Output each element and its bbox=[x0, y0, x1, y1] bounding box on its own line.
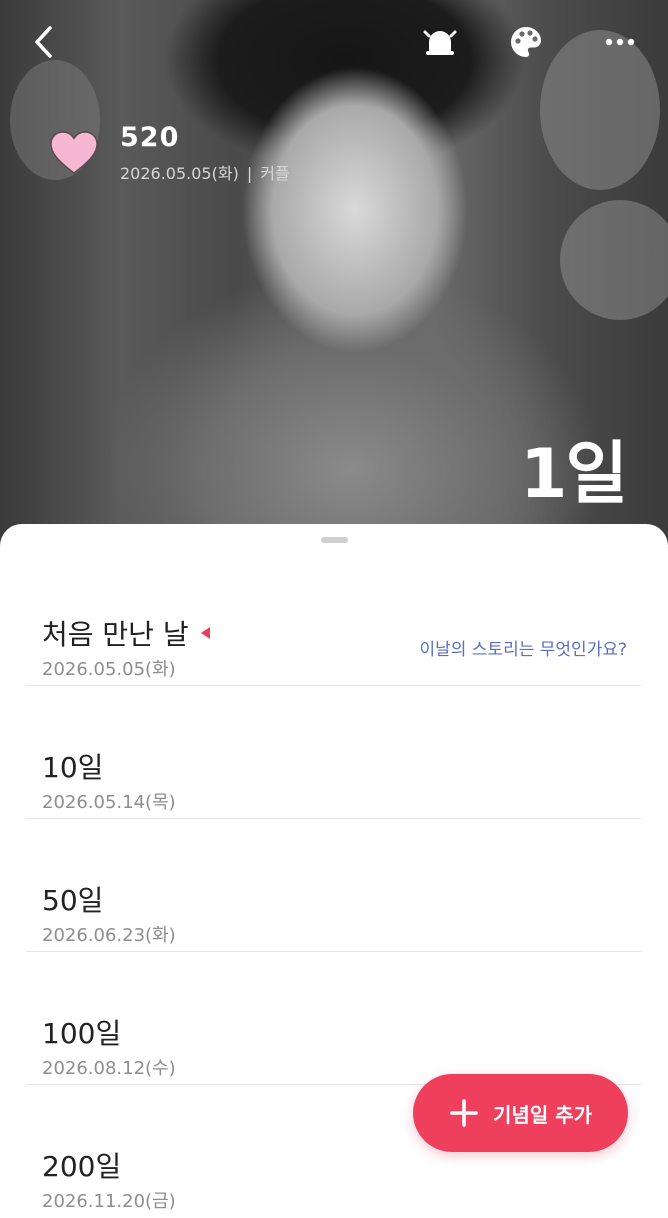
alarm-bell-icon bbox=[423, 30, 457, 55]
anniversary-title: 50일 bbox=[42, 884, 104, 917]
anniversary-title: 100일 bbox=[42, 1017, 122, 1050]
anniversary-row[interactable]: 100일 2026.08.12(수) bbox=[26, 952, 641, 1085]
anniversary-date: 2026.06.23(화) bbox=[42, 925, 176, 946]
drag-handle[interactable] bbox=[321, 537, 348, 543]
plus-icon bbox=[450, 1099, 478, 1127]
palette-icon bbox=[511, 27, 541, 57]
couple-info: 520 2026.05.05(화) | 커플 bbox=[48, 122, 290, 184]
start-date-line: 2026.05.05(화) | 커플 bbox=[120, 160, 290, 184]
more-icon bbox=[605, 38, 635, 46]
story-prompt-link[interactable]: 이날의 스토리는 무엇인가요? bbox=[419, 635, 627, 660]
anniversary-title: 처음 만난 날 bbox=[42, 618, 189, 651]
anniversary-row[interactable]: 50일 2026.06.23(화) bbox=[26, 819, 641, 952]
couple-name: 520 bbox=[120, 122, 180, 153]
back-button[interactable] bbox=[22, 20, 66, 64]
add-anniversary-label: 기념일 추가 bbox=[493, 1102, 592, 1127]
anniversary-date: 2026.05.05(화) bbox=[42, 659, 176, 680]
notification-button[interactable] bbox=[418, 20, 462, 64]
more-button[interactable] bbox=[598, 20, 642, 64]
anniversary-title: 10일 bbox=[42, 751, 104, 784]
today-marker-icon bbox=[200, 627, 210, 639]
anniversary-date: 2026.11.20(금) bbox=[42, 1191, 176, 1212]
add-anniversary-button[interactable]: 기념일 추가 bbox=[413, 1074, 628, 1152]
background-blur bbox=[560, 200, 668, 320]
cover-photo: 520 2026.05.05(화) | 커플 1일 bbox=[0, 0, 668, 560]
heart-icon bbox=[50, 131, 98, 174]
category-label: 커플 bbox=[260, 164, 290, 183]
theme-button[interactable] bbox=[504, 20, 548, 64]
anniversary-title: 200일 bbox=[42, 1150, 122, 1183]
start-date: 2026.05.05(화) bbox=[120, 164, 239, 183]
anniversary-date: 2026.08.12(수) bbox=[42, 1058, 176, 1079]
anniversary-date: 2026.05.14(목) bbox=[42, 792, 176, 813]
back-arrow-icon bbox=[35, 26, 52, 58]
anniversary-row[interactable]: 10일 2026.05.14(목) bbox=[26, 686, 641, 819]
day-count: 1일 bbox=[520, 435, 628, 514]
separator: | bbox=[246, 164, 253, 183]
anniversary-row[interactable]: 처음 만난 날 2026.05.05(화) 이날의 스토리는 무엇인가요? bbox=[26, 553, 641, 686]
